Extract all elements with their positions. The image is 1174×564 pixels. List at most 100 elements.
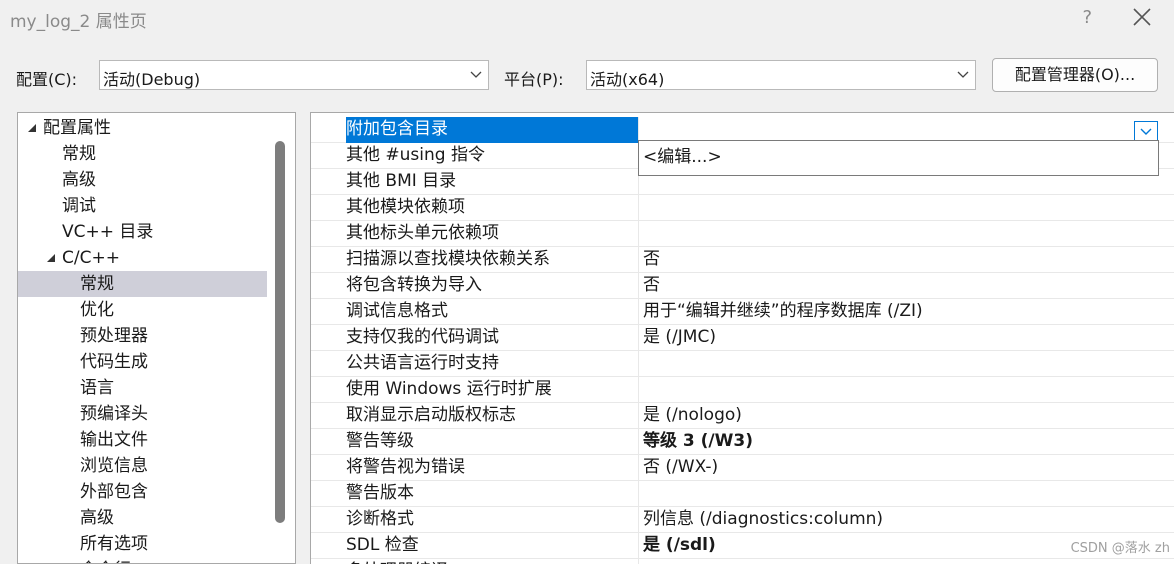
property-name: 其他 BMI 目录 bbox=[346, 169, 638, 195]
property-value[interactable]: 是 (/nologo) bbox=[638, 403, 1174, 429]
tree-item[interactable]: C/C++ bbox=[18, 245, 267, 271]
chevron-down-icon bbox=[470, 71, 482, 78]
property-row[interactable]: 诊断格式 列信息 (/diagnostics:column) bbox=[311, 507, 1174, 533]
tree-item-label: 预处理器 bbox=[80, 326, 148, 346]
property-value[interactable]: 列信息 (/diagnostics:column) bbox=[638, 507, 1174, 533]
property-row[interactable]: 公共语言运行时支持 bbox=[311, 351, 1174, 377]
property-name: 诊断格式 bbox=[346, 507, 638, 533]
tree-item[interactable]: 所有选项 bbox=[18, 531, 267, 557]
tree-item-label: 常规 bbox=[80, 274, 114, 294]
tree-item[interactable]: 浏览信息 bbox=[18, 453, 267, 479]
tree-item-label: 高级 bbox=[80, 508, 114, 528]
property-row[interactable]: 支持仅我的代码调试 是 (/JMC) bbox=[311, 325, 1174, 351]
property-name-text: 其他 #using 指令 bbox=[346, 145, 485, 165]
property-value[interactable] bbox=[638, 559, 1174, 564]
tree-item[interactable]: 外部包含 bbox=[18, 479, 267, 505]
tree-item[interactable]: 优化 bbox=[18, 297, 267, 323]
tree-item[interactable]: 代码生成 bbox=[18, 349, 267, 375]
tree-item-label: 浏览信息 bbox=[80, 456, 148, 476]
property-value[interactable] bbox=[638, 481, 1174, 507]
tree-item-label: C/C++ bbox=[62, 248, 120, 268]
property-row[interactable]: 扫描源以查找模块依赖关系 否 bbox=[311, 247, 1174, 273]
tree-item[interactable]: 常规 bbox=[18, 141, 267, 167]
property-name: 支持仅我的代码调试 bbox=[346, 325, 638, 351]
tree-item[interactable]: 高级 bbox=[18, 167, 267, 193]
property-value[interactable] bbox=[638, 351, 1174, 377]
tree-item[interactable]: 配置属性 bbox=[18, 115, 267, 141]
property-row[interactable]: 警告等级 等级 3 (/W3) bbox=[311, 429, 1174, 455]
chevron-down-icon bbox=[957, 71, 969, 78]
platform-select[interactable]: 活动(x64) bbox=[586, 60, 976, 90]
property-name-text: 将包含转换为导入 bbox=[346, 275, 482, 295]
property-name-text: 使用 Windows 运行时扩展 bbox=[346, 379, 552, 399]
close-icon[interactable] bbox=[1130, 5, 1154, 29]
tree-item[interactable]: 预编译头 bbox=[18, 401, 267, 427]
config-select[interactable]: 活动(Debug) bbox=[99, 60, 489, 90]
property-row[interactable]: 其他标头单元依赖项 bbox=[311, 221, 1174, 247]
property-value[interactable]: 是 (/JMC) bbox=[638, 325, 1174, 351]
configuration-manager-button[interactable]: 配置管理器(O)... bbox=[992, 58, 1158, 92]
property-name-text: 调试信息格式 bbox=[346, 301, 448, 321]
tree-item[interactable]: VC++ 目录 bbox=[18, 219, 267, 245]
property-value[interactable] bbox=[638, 195, 1174, 221]
property-name: 取消显示启动版权标志 bbox=[346, 403, 638, 429]
property-name: 其他模块依赖项 bbox=[346, 195, 638, 221]
dropdown-list[interactable]: <编辑...> bbox=[638, 140, 1159, 176]
property-name-text: 警告版本 bbox=[346, 483, 414, 503]
tree-item-label: 预编译头 bbox=[80, 404, 148, 424]
tree-item[interactable]: 常规 bbox=[18, 271, 267, 297]
tree-item[interactable]: 预处理器 bbox=[18, 323, 267, 349]
property-name: 使用 Windows 运行时扩展 bbox=[346, 377, 638, 403]
platform-value: 活动(x64) bbox=[590, 70, 665, 89]
property-row[interactable]: 其他模块依赖项 bbox=[311, 195, 1174, 221]
property-name: 将包含转换为导入 bbox=[346, 273, 638, 299]
property-value[interactable]: 等级 3 (/W3) bbox=[638, 429, 1174, 455]
property-row[interactable]: 将包含转换为导入 否 bbox=[311, 273, 1174, 299]
configuration-row: 配置(C): 活动(Debug) 平台(P): 活动(x64) 配置管理器(O)… bbox=[0, 56, 1174, 96]
expand-triangle-icon[interactable] bbox=[47, 254, 55, 262]
property-value[interactable]: 否 bbox=[638, 273, 1174, 299]
help-button[interactable]: ? bbox=[1082, 7, 1092, 28]
property-name: 其他 #using 指令 bbox=[346, 143, 638, 169]
property-name-text: 将警告视为错误 bbox=[346, 457, 465, 477]
window-title: my_log_2 属性页 bbox=[10, 12, 147, 32]
property-row[interactable]: SDL 检查是 (/sdl) bbox=[311, 533, 1174, 559]
property-row[interactable]: 将警告视为错误 否 (/WX-) bbox=[311, 455, 1174, 481]
property-name-text: 诊断格式 bbox=[346, 509, 414, 529]
property-name: 警告版本 bbox=[346, 481, 638, 507]
property-row[interactable]: 取消显示启动版权标志 是 (/nologo) bbox=[311, 403, 1174, 429]
tree-item-label: 输出文件 bbox=[80, 430, 148, 450]
tree-item[interactable]: 调试 bbox=[18, 193, 267, 219]
tree-item[interactable]: 命令行 bbox=[18, 557, 267, 563]
property-value[interactable] bbox=[638, 377, 1174, 403]
property-name-text: 扫描源以查找模块依赖关系 bbox=[346, 249, 550, 269]
property-value[interactable] bbox=[638, 221, 1174, 247]
property-name-text: 附加包含目录 bbox=[346, 119, 448, 139]
tree-item[interactable]: 输出文件 bbox=[18, 427, 267, 453]
property-row[interactable]: 警告版本 bbox=[311, 481, 1174, 507]
tree-item[interactable]: 高级 bbox=[18, 505, 267, 531]
property-row[interactable]: 使用 Windows 运行时扩展 bbox=[311, 377, 1174, 403]
property-value[interactable]: 否 (/WX-) bbox=[638, 455, 1174, 481]
tree-item[interactable]: 语言 bbox=[18, 375, 267, 401]
property-row[interactable]: 调试信息格式 用于“编辑并继续”的程序数据库 (/ZI) bbox=[311, 299, 1174, 325]
title-bar: my_log_2 属性页 ? bbox=[0, 0, 1174, 40]
tree-item-label: 配置属性 bbox=[43, 118, 111, 138]
chevron-down-icon bbox=[1140, 128, 1152, 135]
property-value[interactable]: 否 bbox=[638, 247, 1174, 273]
property-name: 公共语言运行时支持 bbox=[346, 351, 638, 377]
property-tree[interactable]: 配置属性 常规 高级 调试 VC++ 目录 C/C++ 常规 优化 预处理器 代码生成 语言 预编译头… bbox=[17, 112, 296, 564]
property-grid: 附加包含目录其他 #using 指令其他 BMI 目录 其他模块依赖项 其他标头单元… bbox=[310, 112, 1174, 564]
property-row[interactable]: 多处理器编译 bbox=[311, 559, 1174, 564]
property-name-text: 公共语言运行时支持 bbox=[346, 353, 499, 373]
dropdown-option-edit[interactable]: <编辑...> bbox=[643, 147, 722, 167]
tree-item-label: VC++ 目录 bbox=[62, 222, 154, 242]
property-name: 警告等级 bbox=[346, 429, 638, 455]
property-value[interactable]: 用于“编辑并继续”的程序数据库 (/ZI) bbox=[638, 299, 1174, 325]
tree-scrollbar[interactable] bbox=[275, 141, 285, 523]
property-name: 调试信息格式 bbox=[346, 299, 638, 325]
expand-triangle-icon[interactable] bbox=[28, 124, 36, 132]
property-name-text: 支持仅我的代码调试 bbox=[346, 327, 499, 347]
tree-item-label: 外部包含 bbox=[80, 482, 148, 502]
property-name: SDL 检查 bbox=[346, 533, 638, 559]
